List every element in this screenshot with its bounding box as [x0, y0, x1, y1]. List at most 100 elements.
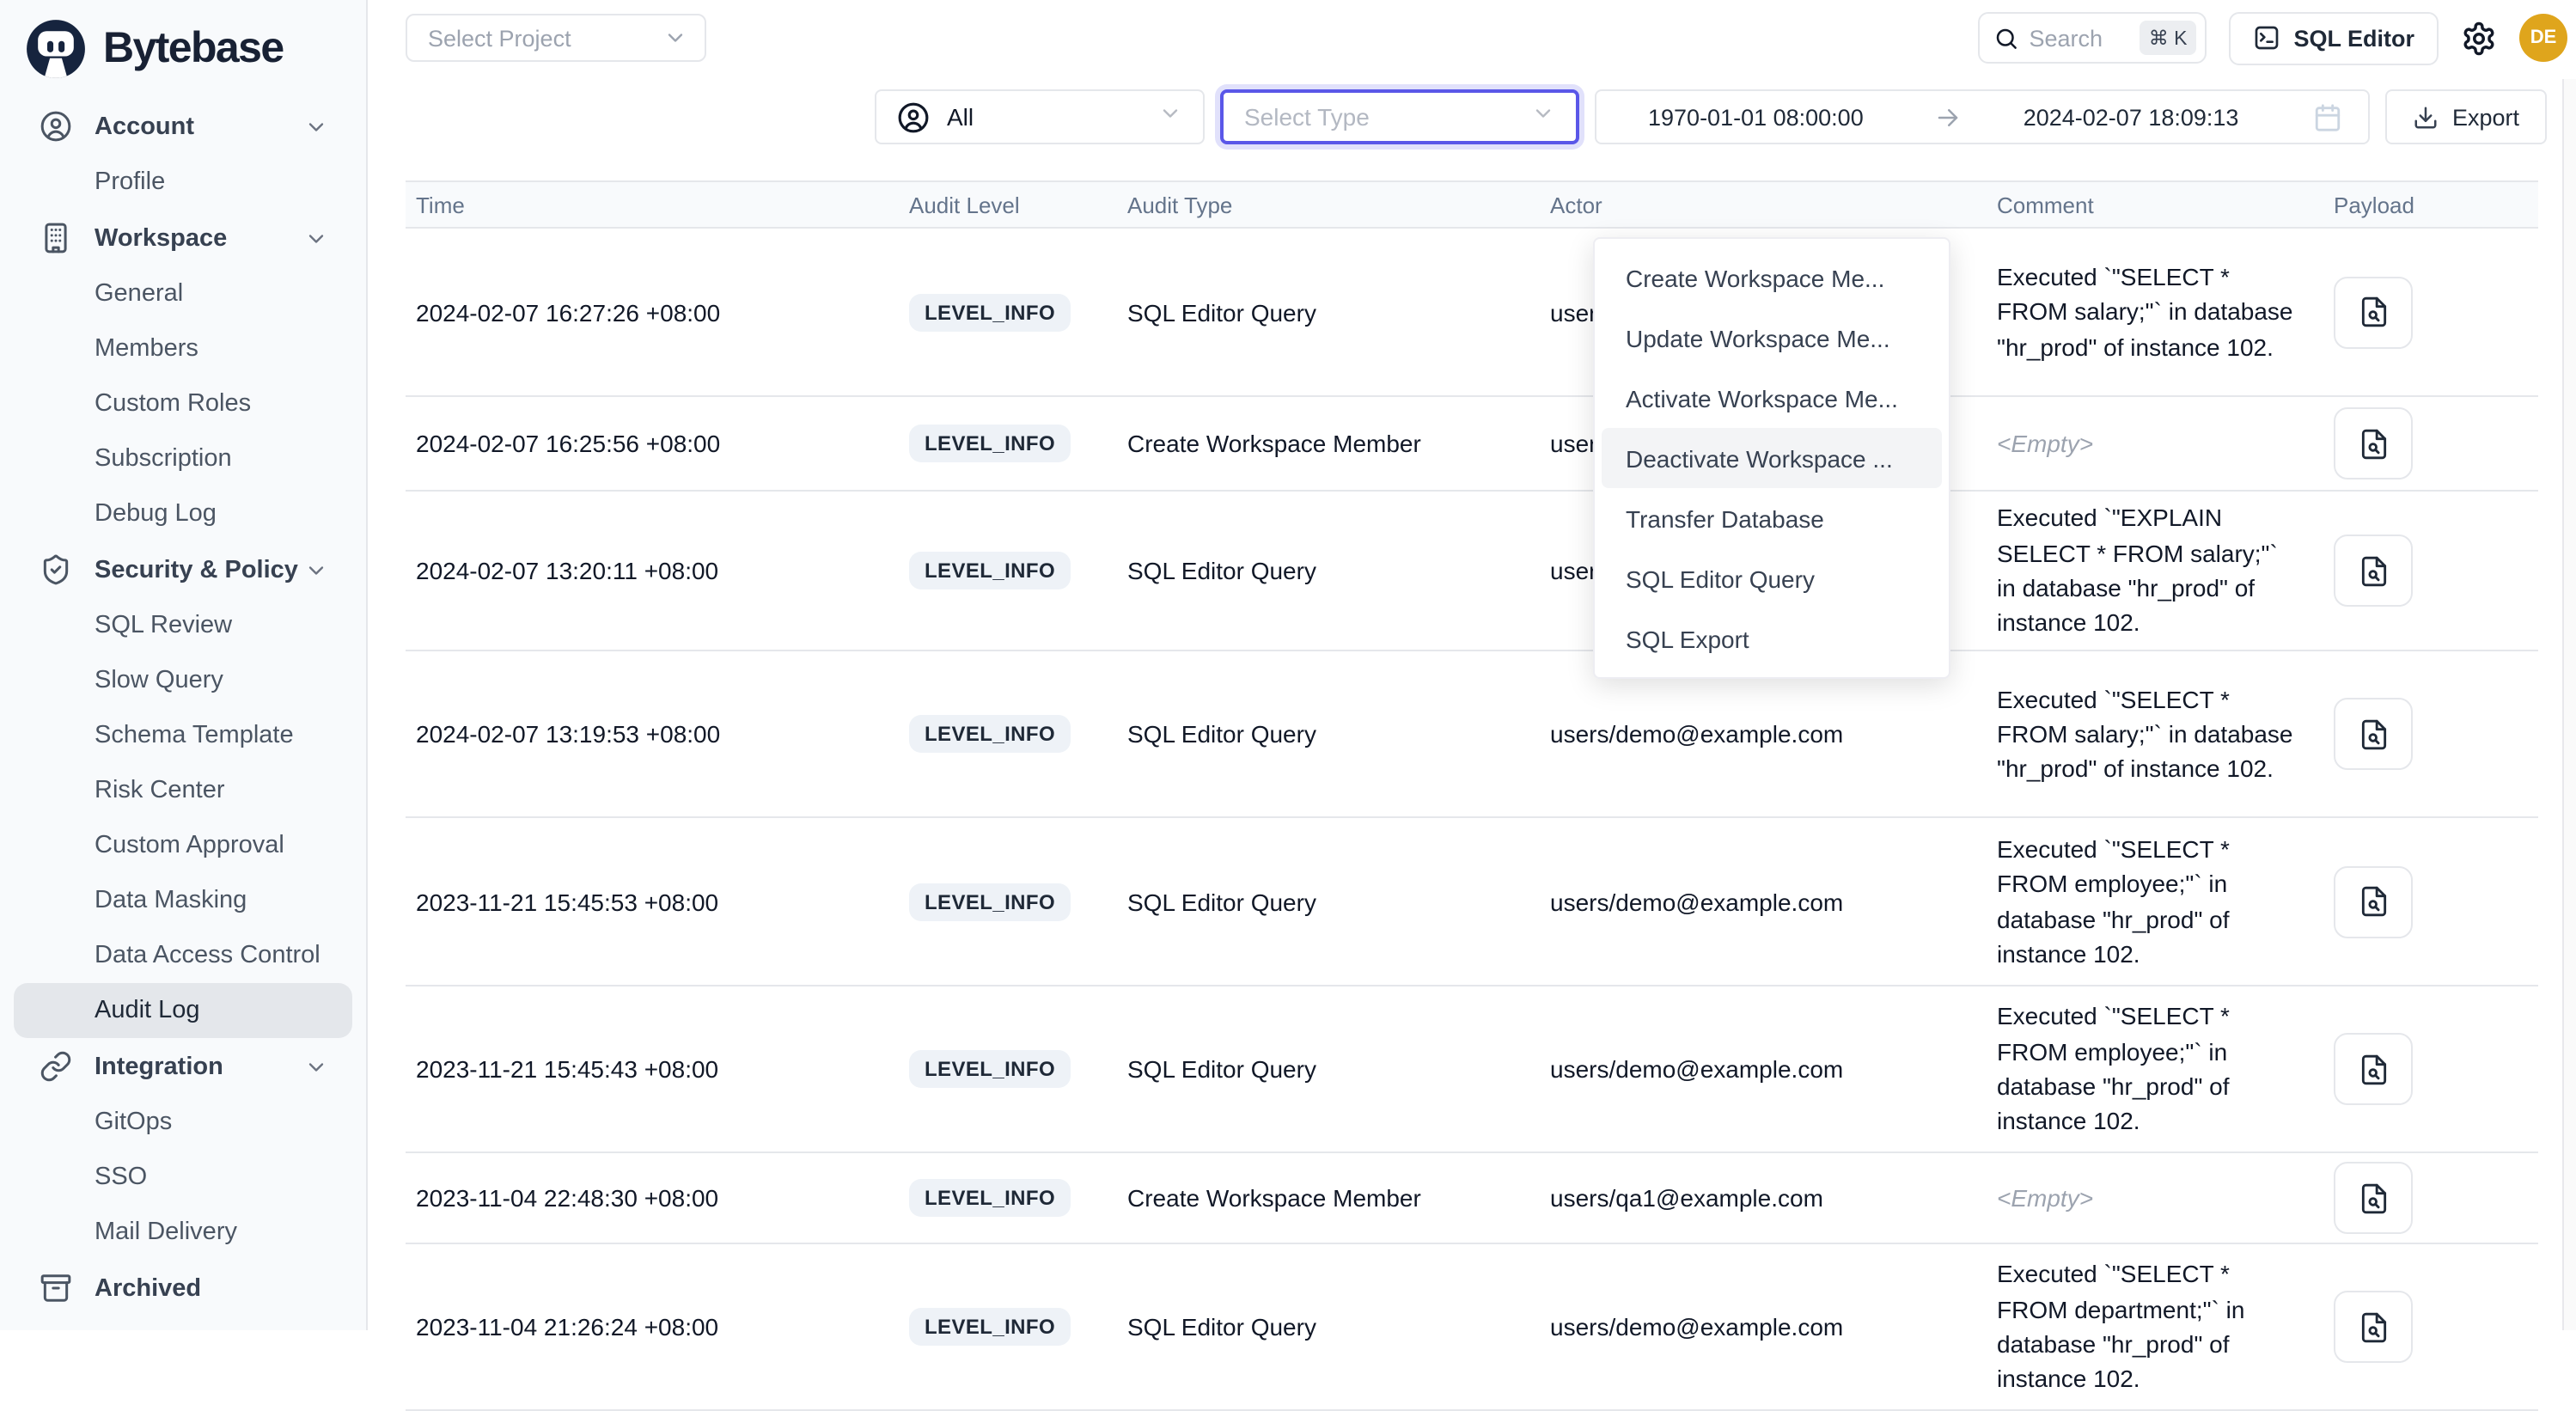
sidebar-group-account[interactable]: Account	[14, 98, 352, 155]
sidebar-item-gitops[interactable]: GitOps	[14, 1095, 352, 1150]
sidebar-group-label: Integration	[95, 1053, 223, 1080]
user-avatar[interactable]: DE	[2519, 14, 2567, 62]
cell-audit-level: LEVEL_INFO	[899, 715, 1117, 753]
cell-comment: Executed `"SELECT * FROM salary;"` in da…	[1987, 681, 2323, 786]
arrow-right-icon	[1936, 104, 1962, 130]
cell-payload	[2323, 865, 2538, 938]
sidebar-item-sso[interactable]: SSO	[14, 1150, 352, 1205]
payload-view-button[interactable]	[2334, 1291, 2413, 1363]
audit-level-badge: LEVEL_INFO	[909, 883, 1071, 920]
sidebar-item-audit-log[interactable]: Audit Log	[14, 983, 352, 1038]
actor-filter-value: All	[947, 103, 1158, 131]
table-row: 2024-02-07 16:27:26 +08:00LEVEL_INFOSQL …	[406, 229, 2538, 397]
sidebar-group-workspace[interactable]: Workspace	[14, 210, 352, 266]
topbar: Select Project Search ⌘ K SQL Editor DE	[406, 0, 2576, 76]
column-header-comment: Comment	[1987, 192, 2323, 217]
payload-view-button[interactable]	[2334, 1162, 2413, 1234]
chevron-down-icon	[304, 226, 328, 250]
building-icon	[40, 222, 72, 254]
cell-audit-level: LEVEL_INFO	[899, 1050, 1117, 1088]
sidebar-group-security-policy[interactable]: Security & Policy	[14, 541, 352, 598]
sidebar-item-custom-roles[interactable]: Custom Roles	[14, 376, 352, 431]
sidebar-group-archived[interactable]: Archived	[14, 1260, 352, 1316]
main-content: Select Project Search ⌘ K SQL Editor DE	[368, 0, 2576, 1330]
sidebar-item-debug-log[interactable]: Debug Log	[14, 486, 352, 541]
project-select[interactable]: Select Project	[406, 14, 706, 62]
sidebar-item-profile[interactable]: Profile	[14, 155, 352, 210]
export-label: Export	[2452, 104, 2519, 130]
sidebar-item-members[interactable]: Members	[14, 321, 352, 376]
cell-payload	[2323, 276, 2538, 348]
sql-editor-button[interactable]: SQL Editor	[2228, 11, 2439, 64]
date-range-end[interactable]: 2024-02-07 18:09:13	[2024, 104, 2239, 130]
sidebar-item-mail-delivery[interactable]: Mail Delivery	[14, 1205, 352, 1260]
table-row: 2023-11-04 21:26:24 +08:00LEVEL_INFOSQL …	[406, 1244, 2538, 1411]
date-range-picker[interactable]: 1970-01-01 08:00:00 2024-02-07 18:09:13	[1595, 89, 2370, 144]
cell-audit-level: LEVEL_INFO	[899, 1179, 1117, 1217]
cell-time: 2024-02-07 16:25:56 +08:00	[406, 430, 899, 457]
sidebar-item-general[interactable]: General	[14, 266, 352, 321]
table-row: 2024-02-07 13:20:11 +08:00LEVEL_INFOSQL …	[406, 492, 2538, 651]
app-root: Bytebase AccountProfileWorkspaceGeneralM…	[0, 0, 2576, 1330]
payload-view-button[interactable]	[2334, 407, 2413, 479]
topbar-right: Search ⌘ K SQL Editor DE	[1977, 11, 2567, 64]
audit-type-select[interactable]: Select Type	[1220, 89, 1579, 144]
date-range-start[interactable]: 1970-01-01 08:00:00	[1648, 104, 1864, 130]
audit-level-badge: LEVEL_INFO	[909, 1308, 1071, 1346]
sidebar-item-risk-center[interactable]: Risk Center	[14, 763, 352, 818]
sidebar-item-subscription[interactable]: Subscription	[14, 431, 352, 486]
payload-view-button[interactable]	[2334, 865, 2413, 938]
table-body: 2024-02-07 16:27:26 +08:00LEVEL_INFOSQL …	[406, 229, 2538, 1411]
archive-icon	[40, 1272, 72, 1304]
settings-gear-icon[interactable]	[2461, 20, 2497, 56]
menu-item-sql-export[interactable]: SQL Export	[1602, 608, 1942, 669]
vertical-scrollbar[interactable]	[2562, 79, 2576, 1330]
menu-item-activate-workspace-me[interactable]: Activate Workspace Me...	[1602, 368, 1942, 428]
sidebar-item-schema-template[interactable]: Schema Template	[14, 708, 352, 763]
sidebar-item-custom-approval[interactable]: Custom Approval	[14, 818, 352, 873]
menu-item-deactivate-workspace[interactable]: Deactivate Workspace ...	[1602, 428, 1942, 488]
payload-view-button[interactable]	[2334, 1033, 2413, 1105]
payload-view-button[interactable]	[2334, 698, 2413, 770]
link-icon	[40, 1050, 72, 1083]
payload-view-button[interactable]	[2334, 534, 2413, 607]
menu-item-transfer-database[interactable]: Transfer Database	[1602, 488, 1942, 548]
search-input[interactable]: Search ⌘ K	[1977, 12, 2206, 64]
chevron-down-icon	[304, 558, 328, 582]
audit-log-table: TimeAudit LevelAudit TypeActorCommentPay…	[406, 180, 2538, 1411]
sidebar-item-data-masking[interactable]: Data Masking	[14, 873, 352, 928]
cell-payload	[2323, 698, 2538, 770]
menu-item-sql-editor-query[interactable]: SQL Editor Query	[1602, 548, 1942, 608]
menu-item-create-workspace-me[interactable]: Create Workspace Me...	[1602, 247, 1942, 308]
audit-level-badge: LEVEL_INFO	[909, 1179, 1071, 1217]
cell-payload	[2323, 1291, 2538, 1363]
actor-filter-select[interactable]: All	[875, 89, 1205, 144]
column-header-time: Time	[406, 192, 899, 217]
export-button[interactable]: Export	[2385, 89, 2547, 144]
sidebar-group-integration[interactable]: Integration	[14, 1038, 352, 1095]
sidebar-item-sql-review[interactable]: SQL Review	[14, 598, 352, 653]
cell-time: 2024-02-07 16:27:26 +08:00	[406, 298, 899, 326]
project-select-label: Select Project	[428, 25, 571, 51]
sidebar-group-label: Security & Policy	[95, 556, 298, 583]
sidebar-item-slow-query[interactable]: Slow Query	[14, 653, 352, 708]
cell-audit-level: LEVEL_INFO	[899, 552, 1117, 589]
audit-level-badge: LEVEL_INFO	[909, 1050, 1071, 1088]
brand-logo[interactable]: Bytebase	[0, 10, 352, 98]
cell-audit-type: SQL Editor Query	[1117, 557, 1540, 584]
column-header-audit-level: Audit Level	[899, 192, 1117, 217]
cell-audit-type: SQL Editor Query	[1117, 720, 1540, 748]
cell-actor: users/qa1@example.com	[1540, 1184, 1987, 1212]
audit-level-badge: LEVEL_INFO	[909, 425, 1071, 462]
cell-audit-level: LEVEL_INFO	[899, 883, 1117, 920]
payload-view-button[interactable]	[2334, 276, 2413, 348]
sidebar-item-data-access-control[interactable]: Data Access Control	[14, 928, 352, 983]
file-search-icon	[2357, 885, 2390, 918]
cell-time: 2023-11-21 15:45:43 +08:00	[406, 1055, 899, 1083]
sidebar-nav: AccountProfileWorkspaceGeneralMembersCus…	[0, 98, 352, 1316]
calendar-icon	[2313, 102, 2342, 131]
search-shortcut-badge: ⌘ K	[2140, 21, 2196, 55]
menu-item-update-workspace-me[interactable]: Update Workspace Me...	[1602, 308, 1942, 368]
file-search-icon	[2357, 1182, 2390, 1214]
cell-audit-type: SQL Editor Query	[1117, 1055, 1540, 1083]
